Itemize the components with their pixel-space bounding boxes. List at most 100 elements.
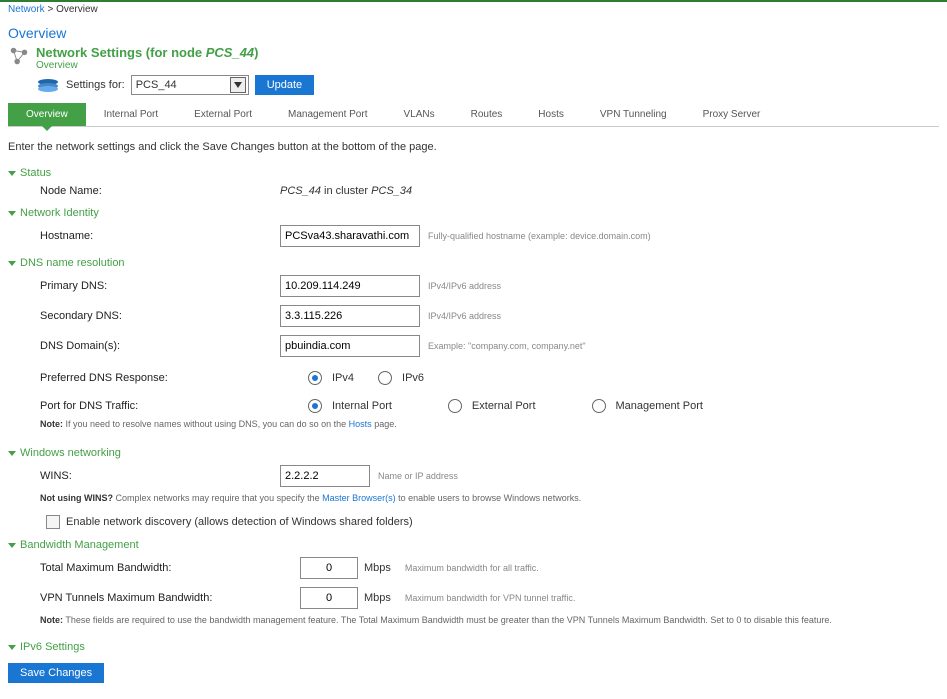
radio-mgmt-port-label: Management Port	[616, 400, 703, 412]
header-node-name: PCS_44	[206, 45, 254, 60]
vpn-bw-hint: Maximum bandwidth for VPN tunnel traffic…	[405, 593, 575, 603]
header-title-prefix: Network Settings (for node	[36, 45, 206, 60]
total-bw-hint: Maximum bandwidth for all traffic.	[405, 563, 539, 573]
page-title: Overview	[0, 17, 947, 45]
tab-external-port[interactable]: External Port	[176, 103, 270, 126]
row-node-name: Node Name: PCS_44 in cluster PCS_34	[0, 181, 947, 201]
chevron-down-icon	[8, 261, 16, 266]
vpn-bw-label: VPN Tunnels Maximum Bandwidth:	[40, 592, 300, 604]
node-value-node: PCS_44	[280, 185, 321, 197]
row-dns-domains: DNS Domain(s): Example: "company.com, co…	[0, 331, 947, 361]
server-stack-icon	[36, 78, 60, 92]
hostname-hint: Fully-qualified hostname (example: devic…	[428, 231, 651, 241]
radio-internal-port-label: Internal Port	[332, 400, 392, 412]
bw-note-bold: Note:	[40, 615, 63, 625]
vpn-bw-input[interactable]	[300, 587, 358, 609]
tab-vpn-tunneling[interactable]: VPN Tunneling	[582, 103, 685, 126]
radio-external-port-label: External Port	[472, 400, 536, 412]
tab-internal-port[interactable]: Internal Port	[86, 103, 176, 126]
dns-domains-label: DNS Domain(s):	[40, 340, 280, 352]
section-dns[interactable]: DNS name resolution	[0, 251, 947, 271]
breadcrumb-sep: >	[47, 4, 53, 15]
network-nodes-icon	[8, 45, 30, 67]
radio-ipv6-label: IPv6	[402, 372, 424, 384]
save-changes-button[interactable]: Save Changes	[8, 663, 104, 683]
tab-routes[interactable]: Routes	[453, 103, 521, 126]
dns-note-bold: Note:	[40, 419, 63, 429]
tab-overview[interactable]: Overview	[8, 103, 86, 126]
row-secondary-dns: Secondary DNS: IPv4/IPv6 address	[0, 301, 947, 331]
section-bandwidth[interactable]: Bandwidth Management	[0, 533, 947, 553]
network-discovery-checkbox[interactable]	[46, 515, 60, 529]
tab-management-port[interactable]: Management Port	[270, 103, 386, 126]
section-status[interactable]: Status	[0, 161, 947, 181]
dns-note-text2: page.	[372, 419, 397, 429]
master-browser-link[interactable]: Master Browser(s)	[322, 493, 396, 503]
breadcrumb-root-link[interactable]: Network	[8, 4, 45, 15]
section-windows[interactable]: Windows networking	[0, 441, 947, 461]
bw-note-text: These fields are required to use the ban…	[63, 615, 832, 625]
hostname-input[interactable]	[280, 225, 420, 247]
dns-domains-input[interactable]	[280, 335, 420, 357]
section-bandwidth-title: Bandwidth Management	[20, 539, 139, 551]
wins-note-bold: Not using WINS?	[40, 493, 113, 503]
chevron-down-icon	[8, 451, 16, 456]
radio-internal-port[interactable]	[308, 399, 322, 413]
radio-mgmt-port[interactable]	[592, 399, 606, 413]
row-hostname: Hostname: Fully-qualified hostname (exam…	[0, 221, 947, 251]
wins-note: Not using WINS? Complex networks may req…	[0, 491, 947, 507]
primary-dns-label: Primary DNS:	[40, 280, 280, 292]
chevron-down-icon	[8, 211, 16, 216]
node-value-mid: in cluster	[321, 185, 371, 197]
total-bw-input[interactable]	[300, 557, 358, 579]
radio-ipv4[interactable]	[308, 371, 322, 385]
row-vpn-bw: VPN Tunnels Maximum Bandwidth: Mbps Maxi…	[0, 583, 947, 613]
dns-note-text1: If you need to resolve names without usi…	[63, 419, 349, 429]
tab-vlans[interactable]: VLANs	[385, 103, 452, 126]
section-dns-title: DNS name resolution	[20, 257, 125, 269]
row-dns-port: Port for DNS Traffic: Internal Port Exte…	[0, 389, 947, 417]
section-identity-title: Network Identity	[20, 207, 99, 219]
section-ipv6-title: IPv6 Settings	[20, 641, 85, 653]
dns-port-label: Port for DNS Traffic:	[40, 400, 280, 412]
node-select[interactable]: PCS_44	[131, 75, 249, 95]
section-identity[interactable]: Network Identity	[0, 201, 947, 221]
section-ipv6[interactable]: IPv6 Settings	[0, 635, 947, 655]
chevron-down-icon	[8, 171, 16, 176]
settings-for-label: Settings for:	[66, 79, 125, 91]
pref-dns-label: Preferred DNS Response:	[40, 372, 280, 384]
secondary-dns-input[interactable]	[280, 305, 420, 327]
radio-external-port[interactable]	[448, 399, 462, 413]
network-discovery-label: Enable network discovery (allows detecti…	[66, 516, 413, 528]
wins-note-text1: Complex networks may require that you sp…	[113, 493, 322, 503]
header-text: Network Settings (for node PCS_44) Overv…	[36, 45, 259, 71]
tab-proxy-server[interactable]: Proxy Server	[685, 103, 779, 126]
header-subtitle: Overview	[36, 60, 259, 71]
tab-hosts[interactable]: Hosts	[520, 103, 582, 126]
wins-input[interactable]	[280, 465, 370, 487]
hostname-label: Hostname:	[40, 230, 280, 242]
chevron-down-icon	[8, 645, 16, 650]
secondary-dns-hint: IPv4/IPv6 address	[428, 311, 501, 321]
radio-ipv6[interactable]	[378, 371, 392, 385]
save-row: Save Changes	[0, 655, 947, 699]
update-button[interactable]: Update	[255, 75, 314, 95]
wins-hint: Name or IP address	[378, 471, 458, 481]
wins-label: WINS:	[40, 470, 280, 482]
row-wins: WINS: Name or IP address	[0, 461, 947, 491]
node-name-label: Node Name:	[40, 185, 280, 197]
tab-bar: Overview Internal Port External Port Man…	[8, 103, 939, 127]
node-name-value: PCS_44 in cluster PCS_34	[280, 185, 412, 197]
bw-note: Note: These fields are required to use t…	[0, 613, 947, 629]
row-primary-dns: Primary DNS: IPv4/IPv6 address	[0, 271, 947, 301]
settings-for-row: Settings for: PCS_44 Update	[0, 71, 947, 103]
vpn-bw-unit: Mbps	[364, 592, 391, 604]
node-select-value: PCS_44	[136, 79, 177, 91]
node-value-cluster: PCS_34	[371, 185, 412, 197]
row-pref-dns: Preferred DNS Response: IPv4 IPv6	[0, 361, 947, 389]
chevron-down-icon	[8, 543, 16, 548]
primary-dns-input[interactable]	[280, 275, 420, 297]
chevron-down-icon	[230, 77, 246, 93]
hosts-link[interactable]: Hosts	[349, 419, 372, 429]
section-status-title: Status	[20, 167, 51, 179]
